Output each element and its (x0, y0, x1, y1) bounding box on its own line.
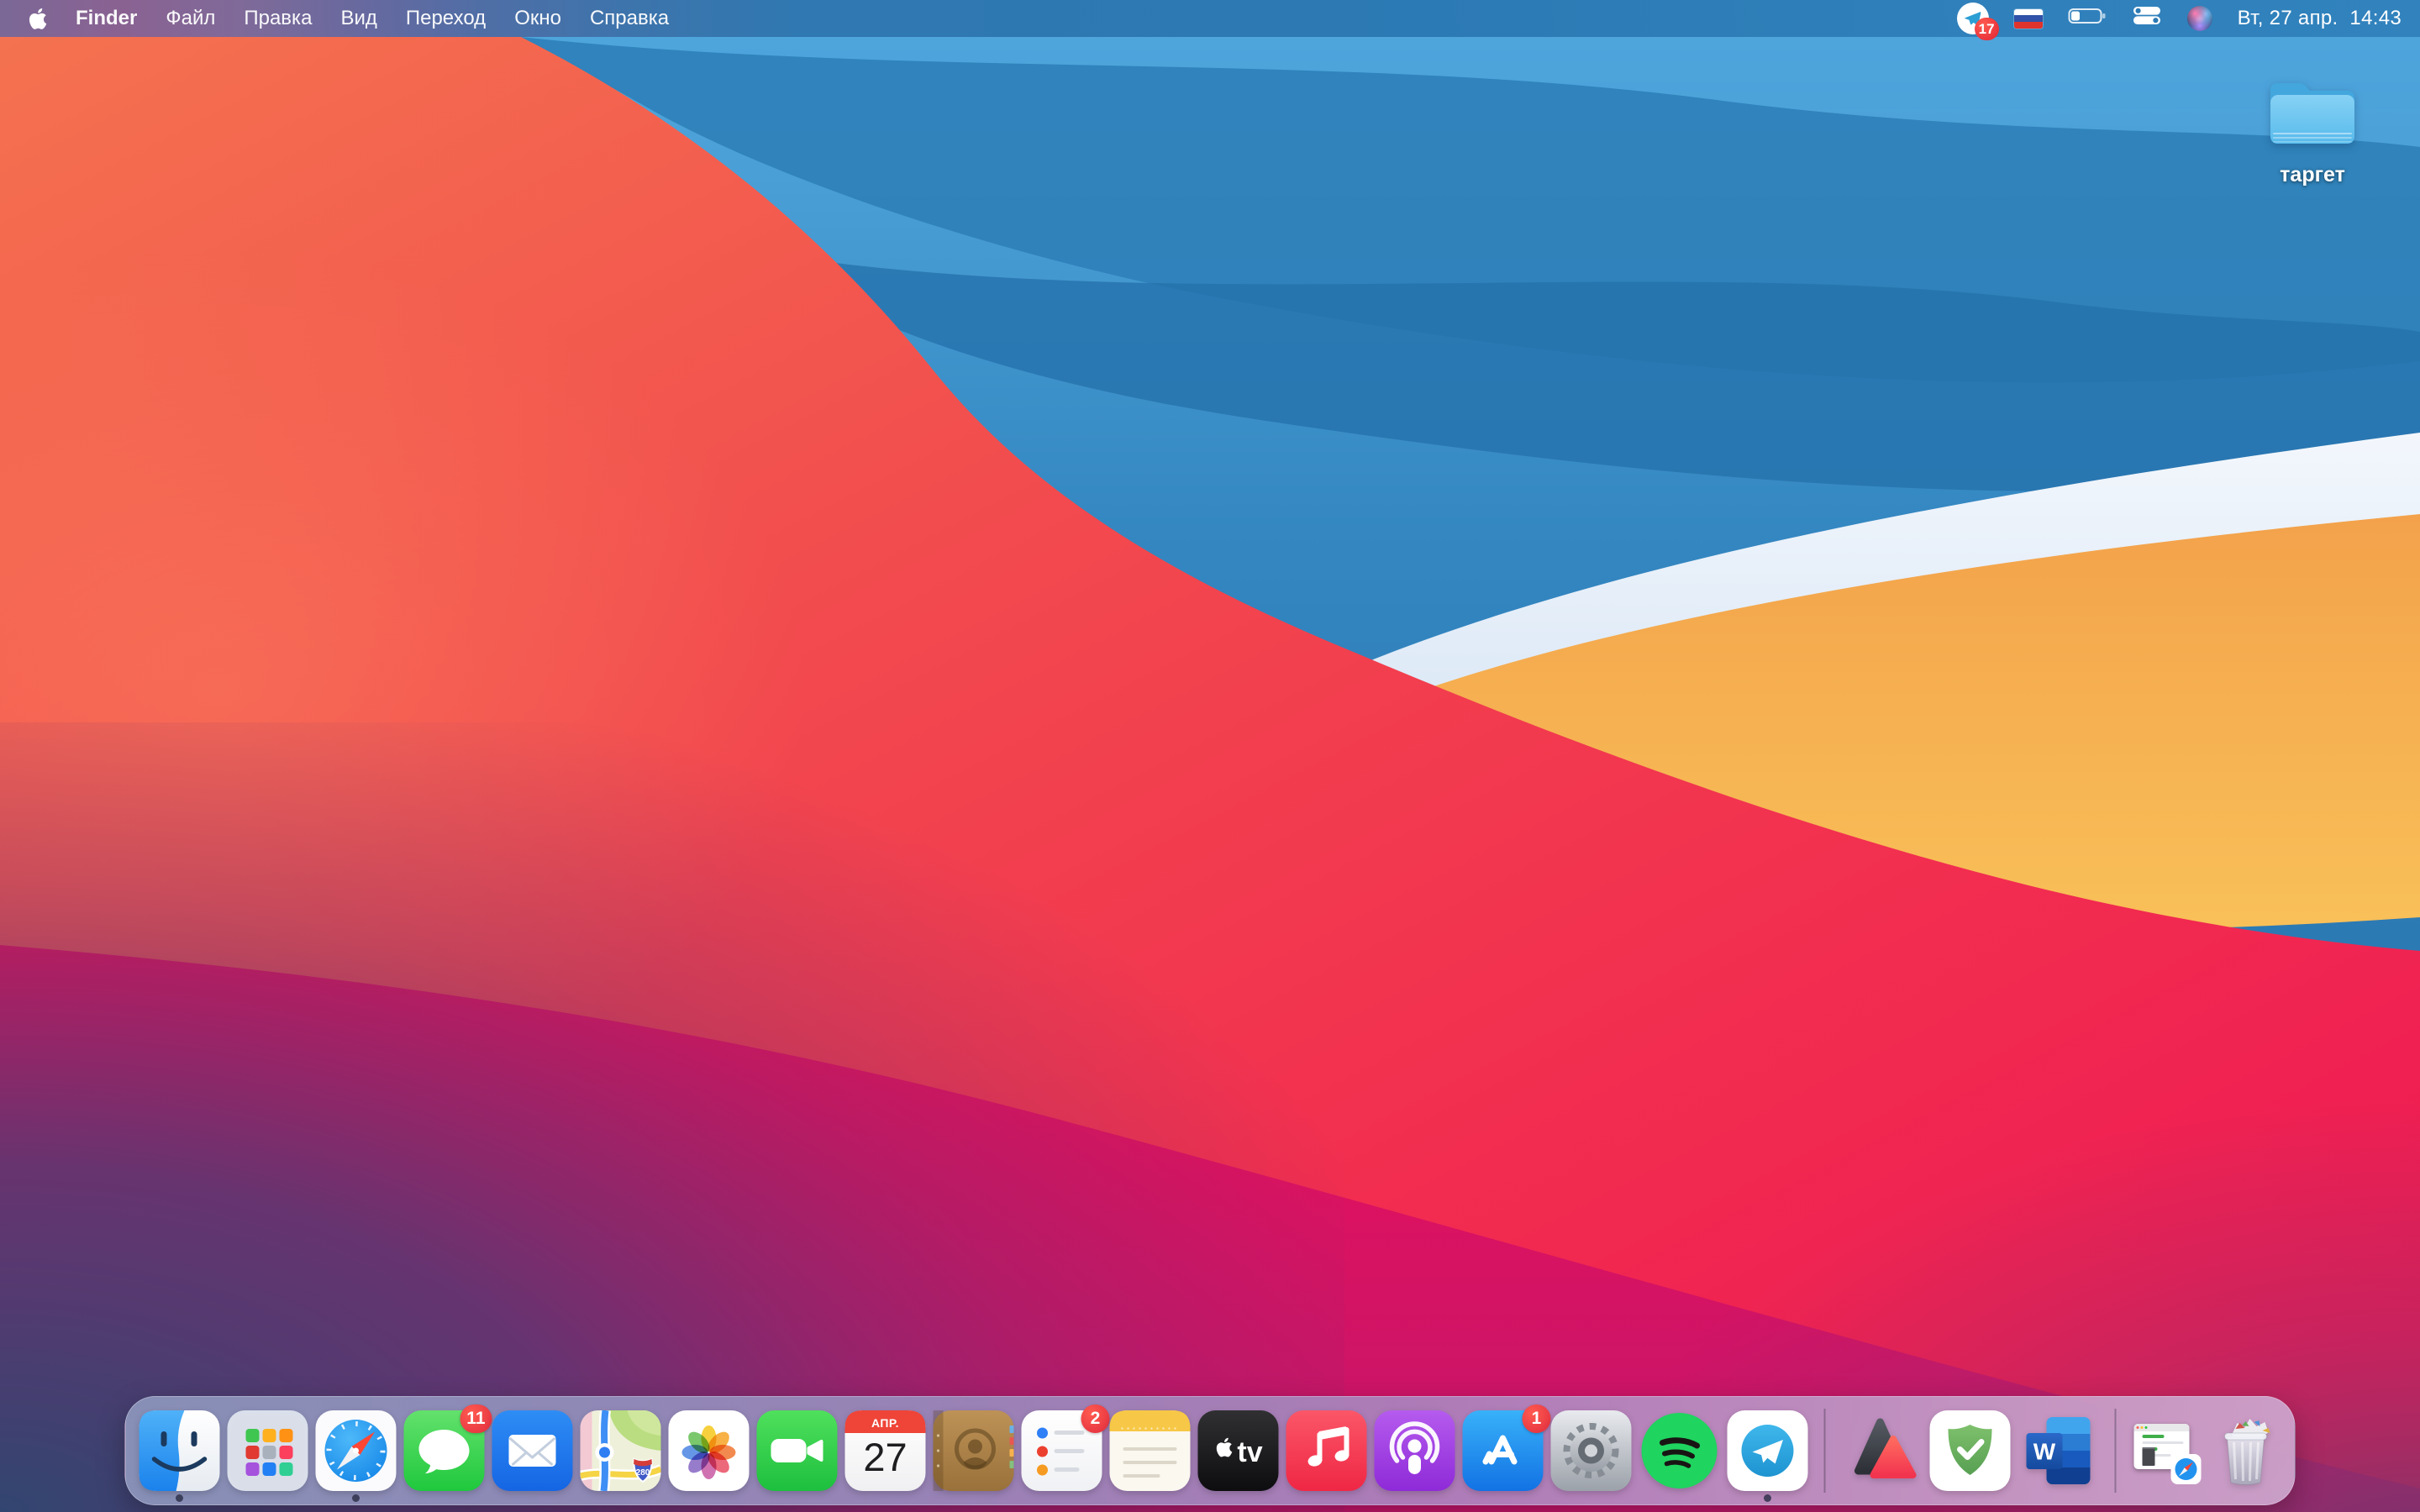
wallpaper-big-sur (0, 0, 2420, 1512)
mail-icon (492, 1410, 573, 1491)
system-preferences-icon (1550, 1410, 1632, 1491)
word-icon: W (2026, 1417, 2091, 1484)
dock-item-apple-tv[interactable]: tv (1197, 1410, 1279, 1491)
menu-go[interactable]: Переход (406, 7, 486, 30)
dock-item-podcasts[interactable] (1374, 1410, 1455, 1491)
calendar-icon: АПР. 27 (844, 1410, 926, 1491)
dock-item-launchpad[interactable] (227, 1410, 308, 1491)
apple-tv-icon: tv (1197, 1410, 1279, 1491)
dock-item-photos[interactable] (668, 1410, 750, 1491)
telegram-unread-badge: 17 (1974, 18, 1999, 40)
svg-text:АПР.: АПР. (871, 1416, 899, 1430)
facetime-icon (756, 1410, 838, 1491)
menu-view[interactable]: Вид (340, 7, 376, 30)
thumbnail-line (2142, 1441, 2184, 1444)
contacts-icon (933, 1410, 1014, 1491)
reminders-badge: 2 (1081, 1404, 1110, 1433)
finder-icon (139, 1410, 220, 1491)
menu-bar-clock[interactable]: Вт, 27 апр. 14:43 (2238, 7, 2402, 30)
control-center-icon[interactable] (2132, 5, 2162, 32)
menu-bar-status: 17 Вт, 27 апр. 14:43 (1956, 3, 2402, 40)
gemini-triangles-icon (1854, 1418, 1917, 1478)
dock-item-mail[interactable] (492, 1410, 573, 1491)
photos-icon (668, 1410, 750, 1491)
maps-icon: 280 (580, 1410, 661, 1491)
dock-item-maps[interactable]: 280 (580, 1410, 661, 1491)
dock-item-spotify[interactable] (1639, 1410, 1720, 1491)
dock-item-calendar[interactable]: АПР. 27 (844, 1410, 926, 1491)
dock-item-app-store[interactable]: 1 (1462, 1404, 1551, 1491)
input-language-flag-icon[interactable] (2013, 8, 2043, 29)
dock-item-system-preferences[interactable] (1550, 1410, 1632, 1491)
trash-full-icon (2224, 1419, 2270, 1485)
svg-text:280: 280 (636, 1468, 650, 1478)
music-icon (1286, 1410, 1367, 1491)
safari-icon (315, 1410, 397, 1491)
notes-icon (1109, 1410, 1191, 1491)
flag-stripe-blue (2013, 15, 2043, 22)
dock-item-finder[interactable] (139, 1410, 220, 1502)
folder-label: таргет (2280, 163, 2345, 186)
folder-icon (2270, 83, 2354, 144)
dock: 11 280 АПР. 27 2 tv 1 W (124, 1396, 2296, 1505)
dock-item-music[interactable] (1286, 1410, 1367, 1491)
dock-item-microsoft-word[interactable]: W (2018, 1410, 2099, 1491)
dock-separator (1823, 1409, 1826, 1493)
macos-desktop: Finder Файл Правка Вид Переход Окно Спра… (0, 0, 2420, 1512)
flag-stripe-white (2013, 8, 2043, 16)
telegram-icon (1727, 1410, 1808, 1491)
siri-icon[interactable] (2186, 6, 2212, 31)
menu-bar-left: Finder Файл Правка Вид Переход Окно Спра… (29, 7, 669, 30)
menu-window[interactable]: Окно (514, 7, 561, 30)
svg-text:27: 27 (863, 1435, 907, 1479)
launchpad-icon (227, 1410, 308, 1491)
dock-item-notes[interactable] (1109, 1410, 1191, 1491)
app-store-badge: 1 (1522, 1404, 1551, 1433)
svg-text:W: W (2033, 1439, 2056, 1465)
dock-item-telegram[interactable] (1727, 1410, 1808, 1502)
spotify-icon (1641, 1413, 1718, 1488)
running-indicator (1764, 1494, 1771, 1502)
dock-item-contacts[interactable] (933, 1410, 1014, 1491)
dock-item-gemini-triangles-app[interactable] (1842, 1410, 1923, 1491)
window-titlebar (2133, 1424, 2190, 1431)
dock-item-messages[interactable]: 11 (403, 1404, 492, 1491)
minimize-icon (2140, 1426, 2144, 1429)
zoom-icon (2144, 1426, 2148, 1429)
running-indicator (176, 1494, 183, 1502)
menu-file[interactable]: Файл (166, 7, 215, 30)
running-indicator (352, 1494, 360, 1502)
dock-item-reminders[interactable]: 2 (1021, 1404, 1110, 1491)
menu-app-finder[interactable]: Finder (76, 7, 137, 30)
safari-badge-icon (2170, 1454, 2202, 1484)
menu-bar: Finder Файл Правка Вид Переход Окно Спра… (0, 0, 2420, 40)
flag-stripe-red (2013, 21, 2043, 29)
messages-badge: 11 (460, 1404, 492, 1433)
menu-edit[interactable]: Правка (244, 7, 312, 30)
menu-help[interactable]: Справка (590, 7, 669, 30)
apple-menu-icon[interactable] (29, 8, 47, 30)
close-icon (2136, 1426, 2139, 1429)
dock-item-minimized-safari-window[interactable] (2133, 1410, 2203, 1491)
desktop-folder-target[interactable]: таргет (2257, 71, 2368, 187)
adguard-shield-icon (1929, 1410, 2011, 1491)
svg-text:tv: tv (1237, 1436, 1262, 1468)
dock-item-adguard[interactable] (1929, 1410, 2011, 1491)
telegram-status-icon[interactable]: 17 (1956, 3, 1999, 40)
dock-separator (2114, 1409, 2117, 1493)
dock-item-safari[interactable] (315, 1410, 397, 1502)
dock-item-facetime[interactable] (756, 1410, 838, 1491)
thumbnail-content (2142, 1435, 2165, 1438)
battery-icon[interactable] (2068, 7, 2107, 31)
thumbnail-photo (2142, 1447, 2155, 1466)
dock-item-trash[interactable] (2211, 1410, 2281, 1491)
podcasts-icon (1374, 1410, 1455, 1491)
